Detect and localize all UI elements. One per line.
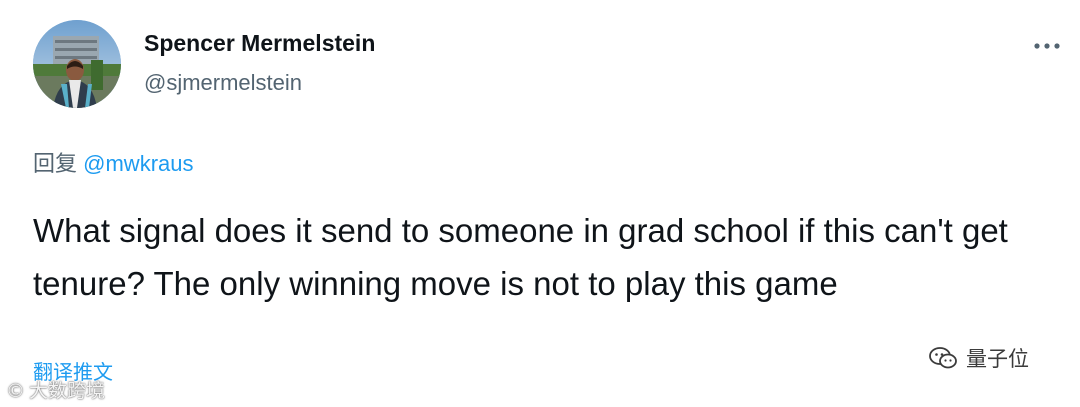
reply-prefix: 回复 xyxy=(33,152,78,177)
profile-photo xyxy=(33,20,121,108)
more-horizontal-icon[interactable] xyxy=(1031,36,1063,56)
watermark-left-text: 大数跨境 xyxy=(29,380,106,402)
avatar[interactable] xyxy=(33,20,121,108)
author-handle[interactable]: @sjmermelstein xyxy=(144,70,302,96)
tweet-text: What signal does it send to someone in g… xyxy=(33,212,1008,302)
watermark-left: © 大数跨境 xyxy=(6,376,105,403)
watermark-right-text: 量子位 xyxy=(966,347,1029,371)
reply-context: 回复 @mwkraus xyxy=(33,146,193,178)
wechat-icon xyxy=(929,347,957,369)
author-display-name[interactable]: Spencer Mermelstein xyxy=(144,30,375,57)
reply-mention-link[interactable]: @mwkraus xyxy=(83,151,193,176)
watermark-symbol: © xyxy=(6,380,25,402)
watermark-right: 量子位 xyxy=(928,340,1029,376)
